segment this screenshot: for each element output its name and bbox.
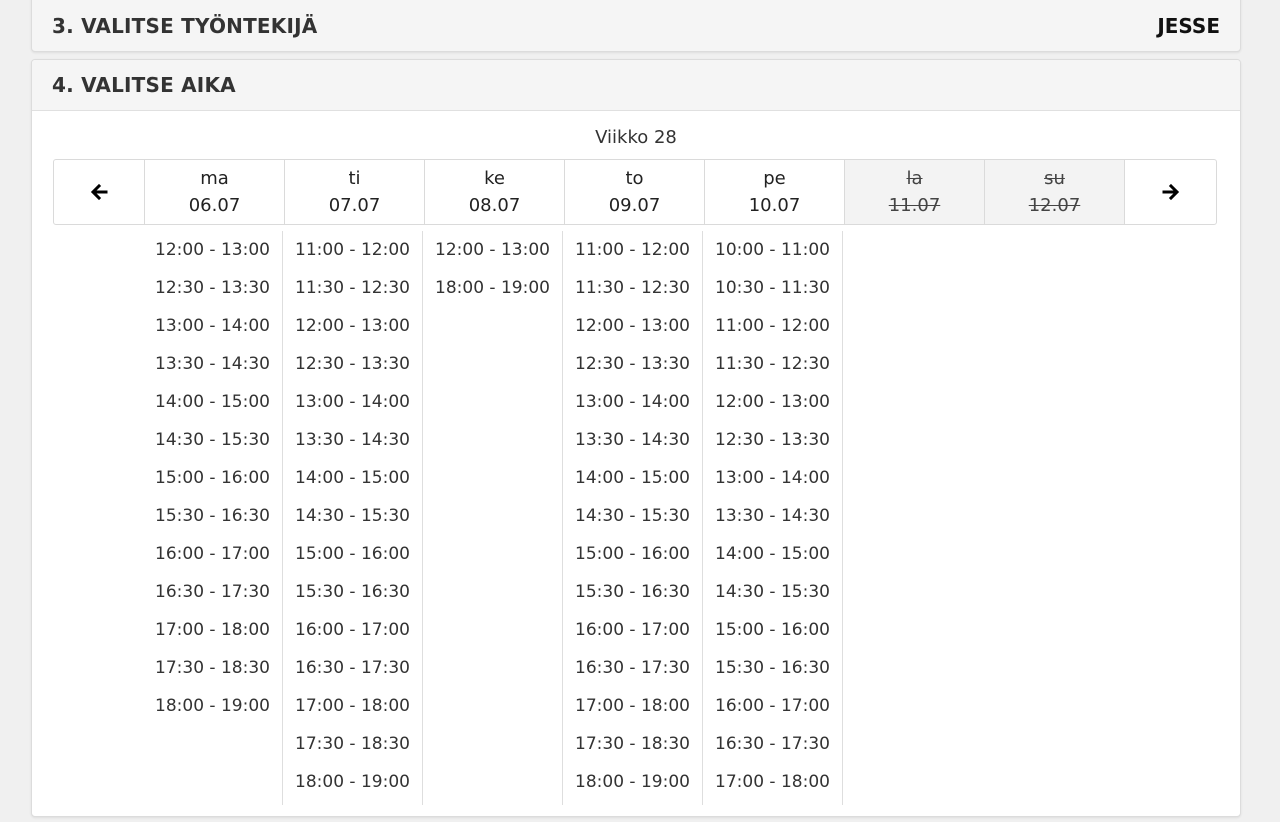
day-header-pe: pe 10.07 (704, 160, 844, 224)
day-abbr: la (906, 168, 923, 189)
time-slot[interactable]: 17:30 - 18:30 (563, 725, 702, 763)
time-slot[interactable]: 15:30 - 16:30 (703, 649, 842, 687)
week-label: Viikko 28 (595, 127, 677, 148)
time-slot[interactable]: 12:30 - 13:30 (283, 345, 422, 383)
day-abbr: ke (484, 168, 505, 189)
time-slot[interactable]: 15:30 - 16:30 (143, 497, 282, 535)
time-slot[interactable]: 12:00 - 13:00 (563, 307, 702, 345)
step3-title: 3. VALITSE TYÖNTEKIJÄ (52, 14, 318, 38)
day-date: 07.07 (328, 195, 381, 216)
day-date: 06.07 (188, 195, 241, 216)
time-slot[interactable]: 15:30 - 16:30 (563, 573, 702, 611)
time-slot[interactable]: 12:30 - 13:30 (143, 269, 282, 307)
time-slot[interactable]: 17:30 - 18:30 (283, 725, 422, 763)
time-slot[interactable]: 16:00 - 17:00 (703, 687, 842, 725)
day-date: 11.07 (888, 195, 941, 216)
time-slot[interactable]: 16:30 - 17:30 (563, 649, 702, 687)
time-slot[interactable]: 14:30 - 15:30 (563, 497, 702, 535)
time-slot[interactable]: 12:30 - 13:30 (703, 421, 842, 459)
time-slot[interactable]: 13:30 - 14:30 (143, 345, 282, 383)
time-slot[interactable]: 16:00 - 17:00 (143, 535, 282, 573)
time-slot[interactable]: 14:30 - 15:30 (283, 497, 422, 535)
time-slot[interactable]: 11:30 - 12:30 (563, 269, 702, 307)
time-slot[interactable]: 18:00 - 19:00 (423, 269, 562, 307)
step4-title: 4. VALITSE AIKA (52, 73, 236, 97)
time-slot[interactable]: 15:00 - 16:00 (283, 535, 422, 573)
step3-panel[interactable]: 3. VALITSE TYÖNTEKIJÄ JESSE (31, 0, 1241, 52)
time-slot[interactable]: 13:00 - 14:00 (703, 459, 842, 497)
day-date: 10.07 (748, 195, 801, 216)
time-slot[interactable]: 18:00 - 19:00 (283, 763, 422, 801)
time-slot[interactable]: 12:00 - 13:00 (703, 383, 842, 421)
time-slot[interactable]: 13:30 - 14:30 (283, 421, 422, 459)
selected-employee: JESSE (1157, 14, 1220, 38)
timeslot-columns: 12:00 - 13:00 12:30 - 13:30 13:00 - 14:00 1… (143, 231, 843, 805)
time-slot[interactable]: 15:00 - 16:00 (143, 459, 282, 497)
day-abbr: su (1044, 168, 1065, 189)
time-slot[interactable]: 17:00 - 18:00 (283, 687, 422, 725)
time-slot[interactable]: 16:30 - 17:30 (703, 725, 842, 763)
day-date: 09.07 (608, 195, 661, 216)
time-slot[interactable]: 10:00 - 11:00 (703, 231, 842, 269)
prev-week-button[interactable] (54, 160, 144, 224)
day-abbr: to (625, 168, 644, 189)
time-slot[interactable]: 12:00 - 13:00 (283, 307, 422, 345)
time-slot[interactable]: 14:00 - 15:00 (143, 383, 282, 421)
day-header-su: su 12.07 (984, 160, 1124, 224)
time-slot[interactable]: 16:00 - 17:00 (563, 611, 702, 649)
slot-column-ti: 11:00 - 12:00 11:30 - 12:30 12:00 - 13:00 1… (283, 231, 423, 805)
day-abbr: ma (200, 168, 229, 189)
time-slot[interactable]: 10:30 - 11:30 (703, 269, 842, 307)
time-slot[interactable]: 17:00 - 18:00 (143, 611, 282, 649)
time-slot[interactable]: 14:00 - 15:00 (703, 535, 842, 573)
time-slot[interactable]: 14:00 - 15:00 (283, 459, 422, 497)
day-header-ma: ma 06.07 (144, 160, 284, 224)
time-slot[interactable]: 11:00 - 12:00 (563, 231, 702, 269)
time-slot[interactable]: 11:30 - 12:30 (283, 269, 422, 307)
day-date: 08.07 (468, 195, 521, 216)
time-slot[interactable]: 14:00 - 15:00 (563, 459, 702, 497)
step4-header: 4. VALITSE AIKA (32, 60, 1240, 111)
time-slot[interactable]: 14:30 - 15:30 (143, 421, 282, 459)
next-week-button[interactable] (1124, 160, 1216, 224)
arrow-right-icon (1162, 183, 1179, 201)
time-slot[interactable]: 12:00 - 13:00 (143, 231, 282, 269)
time-slot[interactable]: 11:00 - 12:00 (703, 307, 842, 345)
time-slot[interactable]: 12:30 - 13:30 (563, 345, 702, 383)
time-slot[interactable]: 17:00 - 18:00 (703, 763, 842, 801)
time-slot[interactable]: 16:30 - 17:30 (143, 573, 282, 611)
time-slot[interactable]: 15:30 - 16:30 (283, 573, 422, 611)
time-slot[interactable]: 18:00 - 19:00 (563, 763, 702, 801)
slot-column-ke: 12:00 - 13:00 18:00 - 19:00 (423, 231, 563, 805)
time-slot[interactable]: 18:00 - 19:00 (143, 687, 282, 725)
day-header-ke: ke 08.07 (424, 160, 564, 224)
time-slot[interactable]: 13:00 - 14:00 (143, 307, 282, 345)
time-slot[interactable]: 17:00 - 18:00 (563, 687, 702, 725)
day-abbr: pe (763, 168, 786, 189)
time-slot[interactable]: 12:00 - 13:00 (423, 231, 562, 269)
day-header-to: to 09.07 (564, 160, 704, 224)
slot-column-ma: 12:00 - 13:00 12:30 - 13:30 13:00 - 14:00 1… (143, 231, 283, 805)
day-date: 12.07 (1028, 195, 1081, 216)
day-header-ti: ti 07.07 (284, 160, 424, 224)
time-slot[interactable]: 11:00 - 12:00 (283, 231, 422, 269)
day-abbr: ti (348, 168, 361, 189)
time-slot[interactable]: 13:30 - 14:30 (563, 421, 702, 459)
time-slot[interactable]: 13:30 - 14:30 (703, 497, 842, 535)
time-slot[interactable]: 15:00 - 16:00 (563, 535, 702, 573)
slot-column-to: 11:00 - 12:00 11:30 - 12:30 12:00 - 13:00 1… (563, 231, 703, 805)
time-slot[interactable]: 16:30 - 17:30 (283, 649, 422, 687)
time-slot[interactable]: 13:00 - 14:00 (283, 383, 422, 421)
step4-panel: 4. VALITSE AIKA Viikko 28 ma 06.07 ti 07.07… (31, 59, 1241, 817)
day-header-la: la 11.07 (844, 160, 984, 224)
time-slot[interactable]: 16:00 - 17:00 (283, 611, 422, 649)
time-slot[interactable]: 11:30 - 12:30 (703, 345, 842, 383)
arrow-left-icon (90, 183, 108, 201)
time-slot[interactable]: 15:00 - 16:00 (703, 611, 842, 649)
slot-column-pe: 10:00 - 11:00 10:30 - 11:30 11:00 - 12:00 1… (703, 231, 843, 805)
time-slot[interactable]: 17:30 - 18:30 (143, 649, 282, 687)
day-header-row: ma 06.07 ti 07.07 ke 08.07 to 09.07 pe 10.07 la 11.… (53, 159, 1217, 225)
time-slot[interactable]: 14:30 - 15:30 (703, 573, 842, 611)
time-slot[interactable]: 13:00 - 14:00 (563, 383, 702, 421)
